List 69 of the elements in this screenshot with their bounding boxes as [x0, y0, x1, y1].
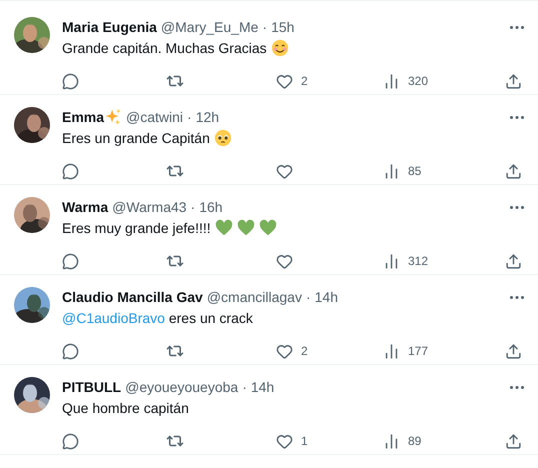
separator-dot: · — [306, 289, 311, 305]
sparkles-icon — [104, 108, 122, 126]
more-icon — [510, 386, 524, 388]
upload-icon — [505, 162, 522, 180]
more-icon — [510, 206, 524, 208]
speech-bubble-icon — [62, 252, 79, 270]
separator-dot: · — [262, 19, 268, 35]
bar-chart-icon — [383, 72, 400, 90]
more-options-button[interactable] — [510, 116, 524, 118]
separator-dot: · — [190, 199, 196, 215]
heart-icon — [276, 432, 293, 450]
heart-icon — [276, 72, 293, 90]
heart-icon — [236, 219, 255, 237]
speech-bubble-icon — [62, 432, 79, 450]
views-button[interactable]: 85 — [383, 162, 505, 180]
bar-chart-icon — [383, 162, 400, 180]
bar-chart-icon — [383, 252, 400, 270]
like-button[interactable]: 2 — [276, 342, 383, 360]
more-options-button[interactable] — [510, 296, 524, 298]
more-options-button[interactable] — [510, 26, 524, 28]
heart-icon — [276, 162, 293, 180]
user-name[interactable]: Claudio Mancilla Gav — [62, 289, 203, 305]
heart-icon — [214, 219, 233, 237]
reply-text: Grande capitán. Muchas Gracias — [62, 40, 267, 56]
user-name[interactable]: Emma — [62, 109, 104, 125]
upload-icon — [505, 432, 522, 450]
upload-icon — [505, 342, 522, 360]
user-handle[interactable]: @catwini — [126, 109, 184, 125]
user-name[interactable]: PITBULL — [62, 379, 122, 395]
user-handle[interactable]: @Warma43 — [112, 199, 187, 215]
user-handle[interactable]: @eyoueyoueyoba — [125, 379, 238, 395]
timestamp[interactable]: 16h — [199, 199, 223, 215]
user-handle[interactable]: @Mary_Eu_Me — [160, 19, 258, 35]
timestamp[interactable]: 14h — [314, 289, 338, 305]
upload-icon — [505, 72, 522, 90]
views-button[interactable]: 320 — [383, 72, 505, 90]
reply-text: Eres muy grande jefe!!!! — [62, 220, 211, 236]
user-name[interactable]: Maria Eugenia — [62, 19, 157, 35]
like-button[interactable]: 2 — [276, 72, 383, 90]
more-options-button[interactable] — [510, 386, 524, 388]
more-icon — [510, 26, 524, 28]
views-button[interactable]: 177 — [383, 342, 505, 360]
more-options-button[interactable] — [510, 206, 524, 208]
speech-bubble-icon — [62, 342, 79, 360]
smiling-face-icon — [270, 39, 289, 57]
views-button[interactable]: 312 — [383, 252, 505, 270]
timestamp[interactable]: 14h — [250, 379, 274, 395]
speech-bubble-icon — [62, 162, 79, 180]
reply-text: Que hombre capitán — [62, 400, 189, 416]
user-name[interactable]: Warma — [62, 199, 108, 215]
separator-dot: · — [242, 379, 247, 395]
heart-icon — [258, 219, 277, 237]
timestamp[interactable]: 12h — [196, 109, 220, 125]
separator-dot: · — [187, 109, 192, 125]
heart-icon — [276, 252, 293, 270]
more-icon — [510, 296, 524, 298]
bar-chart-icon — [383, 342, 400, 360]
timestamp[interactable]: 15h — [271, 19, 294, 35]
views-button[interactable]: 89 — [383, 432, 505, 450]
more-icon — [510, 116, 524, 118]
bar-chart-icon — [383, 432, 400, 450]
heart-icon — [276, 342, 293, 360]
user-handle[interactable]: @cmancillagav — [206, 289, 302, 305]
upload-icon — [505, 252, 522, 270]
reply-text: Eres un grande Capitán — [62, 130, 210, 146]
pleading-face-icon — [214, 129, 232, 147]
speech-bubble-icon — [62, 72, 79, 90]
like-button[interactable]: 1 — [276, 432, 383, 450]
reply-text: @C1audioBravo eres un crack — [62, 310, 253, 326]
